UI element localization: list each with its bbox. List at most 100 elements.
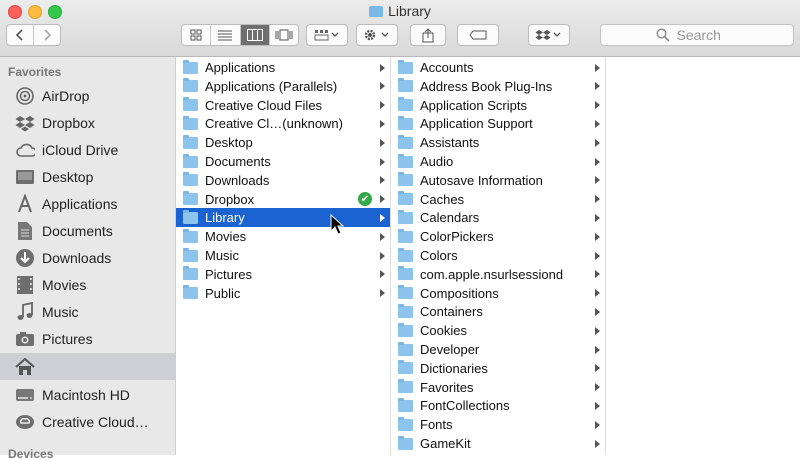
folder-row-colorpickers[interactable]: ColorPickers [391, 227, 605, 246]
folder-icon [183, 78, 198, 93]
disclosure-arrow-icon [595, 213, 600, 222]
folder-row-creative-cloud-files[interactable]: Creative Cloud Files [176, 96, 390, 115]
list-view-button[interactable] [211, 25, 241, 45]
search-input[interactable] [674, 26, 739, 44]
arrange-button[interactable] [306, 24, 348, 46]
folder-icon [398, 247, 413, 262]
sidebar-item-creative-cloud[interactable]: Creative Cloud… [0, 408, 175, 435]
pictures-icon [15, 329, 35, 349]
folder-row-favorites[interactable]: Favorites [391, 378, 605, 397]
disclosure-arrow-icon [380, 101, 385, 110]
folder-row-dropbox[interactable]: Dropbox ✔ [176, 190, 390, 209]
dropbox-icon [535, 30, 561, 40]
search-field[interactable] [600, 24, 794, 46]
folder-row-cookies[interactable]: Cookies [391, 321, 605, 340]
folder-label: GameKit [420, 436, 471, 451]
disclosure-arrow-icon [595, 138, 600, 147]
folder-label: Downloads [205, 172, 270, 188]
disclosure-arrow-icon [595, 326, 600, 335]
icon-view-button[interactable] [182, 25, 212, 45]
folder-row-com-apple-nsurlsessiond[interactable]: com.apple.nsurlsessiond [391, 265, 605, 284]
folder-row-desktop[interactable]: Desktop [176, 133, 390, 152]
folder-icon [183, 209, 198, 224]
folder-label: Autosave Information [420, 172, 543, 188]
folder-row-compositions[interactable]: Compositions [391, 284, 605, 303]
disclosure-arrow-icon [595, 176, 600, 185]
folder-icon [183, 228, 198, 243]
folder-row-downloads[interactable]: Downloads [176, 171, 390, 190]
folder-row-developer[interactable]: Developer [391, 340, 605, 359]
folder-row-caches[interactable]: Caches [391, 190, 605, 209]
disclosure-arrow-icon [380, 176, 385, 185]
dropbox-menu-button[interactable] [528, 24, 570, 46]
folder-icon [183, 191, 198, 206]
folder-row-application-support[interactable]: Application Support [391, 114, 605, 133]
disclosure-arrow-icon [595, 439, 600, 448]
folder-icon [398, 228, 413, 243]
folder-row-calendars[interactable]: Calendars [391, 208, 605, 227]
folder-icon [183, 247, 198, 262]
folder-row-address-book-plug-ins[interactable]: Address Book Plug-Ins [391, 77, 605, 96]
cover-flow-button[interactable] [269, 25, 298, 45]
action-button[interactable] [356, 24, 398, 46]
folder-row-audio[interactable]: Audio [391, 152, 605, 171]
creative-cloud-icon [15, 412, 35, 432]
sidebar-item-downloads[interactable]: Downloads [0, 244, 175, 271]
folder-row-autosave-information[interactable]: Autosave Information [391, 171, 605, 190]
sidebar-item-macintosh-hd[interactable]: Macintosh HD [0, 381, 175, 408]
folder-label: Developer [420, 342, 480, 357]
sidebar-item-applications[interactable]: Applications [0, 190, 175, 217]
sidebar-item-music[interactable]: Music [0, 298, 175, 325]
folder-row-library[interactable]: Library [176, 208, 390, 228]
folder-row-documents[interactable]: Documents [176, 152, 390, 171]
arrange-icon [314, 30, 339, 41]
folder-icon [398, 153, 413, 168]
downloads-icon [15, 248, 35, 268]
share-button[interactable] [410, 24, 446, 46]
folder-label: Address Book Plug-Ins [420, 78, 553, 94]
folder-row-gamekit[interactable]: GameKit [391, 434, 605, 453]
folder-row-containers[interactable]: Containers [391, 302, 605, 321]
folder-row-application-scripts[interactable]: Application Scripts [391, 96, 605, 115]
folder-row-pictures[interactable]: Pictures [176, 265, 390, 284]
folder-row-public[interactable]: Public [176, 284, 390, 303]
share-icon [422, 27, 434, 42]
folder-row-movies[interactable]: Movies [176, 227, 390, 246]
back-button[interactable] [7, 25, 34, 45]
disclosure-arrow-icon [380, 270, 385, 279]
disclosure-arrow-icon [595, 289, 600, 298]
folder-label: Accounts [420, 60, 474, 75]
folder-icon [398, 266, 413, 281]
disclosure-arrow-icon [595, 251, 600, 260]
folder-row-applications[interactable]: Applications [176, 58, 390, 77]
folder-row-fontcollections[interactable]: FontCollections [391, 396, 605, 415]
folder-row-fonts[interactable]: Fonts [391, 415, 605, 434]
folder-row-assistants[interactable]: Assistants [391, 133, 605, 152]
folder-icon [398, 59, 413, 74]
music-icon [15, 301, 35, 322]
disclosure-arrow-icon [380, 251, 385, 260]
sidebar-item-movies[interactable]: Movies [0, 271, 175, 298]
folder-row-accounts[interactable]: Accounts [391, 58, 605, 77]
sidebar-item-airdrop[interactable]: AirDrop [0, 82, 175, 109]
column-view-button[interactable] [240, 25, 270, 45]
sidebar-item-desktop[interactable]: Desktop [0, 163, 175, 190]
sidebar-item-documents[interactable]: Documents [0, 217, 175, 244]
disclosure-arrow-icon [595, 119, 600, 128]
sidebar-item-dropbox[interactable]: Dropbox [0, 109, 175, 136]
sidebar-item-icloud-drive[interactable]: iCloud Drive [0, 136, 175, 163]
folder-row-colors[interactable]: Colors [391, 246, 605, 265]
folder-row-creative-cl-unknown[interactable]: Creative Cl…(unknown) [176, 114, 390, 133]
sidebar-item-home[interactable] [0, 353, 175, 380]
folder-row-dictionaries[interactable]: Dictionaries [391, 359, 605, 378]
folder-row-music[interactable]: Music [176, 246, 390, 265]
sidebar-item-pictures[interactable]: Pictures [0, 325, 175, 352]
folder-icon [183, 97, 198, 112]
tags-button[interactable] [457, 24, 499, 46]
folder-label: FontCollections [420, 398, 510, 414]
movies-icon [15, 275, 35, 295]
grid-icon [190, 29, 202, 41]
disclosure-arrow-icon [380, 232, 385, 241]
forward-button[interactable] [34, 25, 60, 45]
folder-row-applications-parallels[interactable]: Applications (Parallels) [176, 77, 390, 96]
